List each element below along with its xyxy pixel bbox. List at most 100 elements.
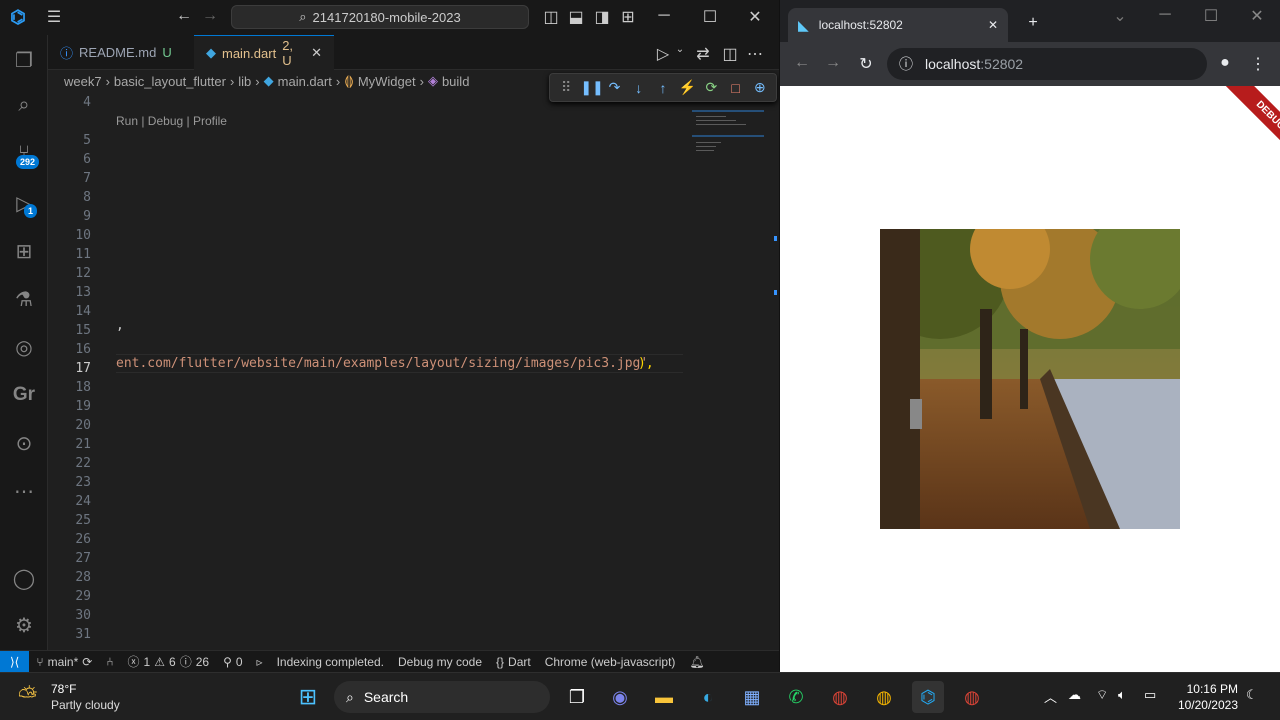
chrome-menu-icon[interactable]: ⋮ [1246, 54, 1270, 74]
run-dropdown-chevron-icon[interactable]: ⌄ [674, 44, 686, 55]
tab-search-chevron-icon[interactable]: ⌄ [1108, 6, 1132, 26]
toggle-panel-icon[interactable]: ⬓ [567, 7, 585, 27]
clock-time[interactable]: 10:16 PM [1176, 682, 1238, 696]
git-graph-icon[interactable]: ⊙ [0, 423, 48, 463]
breadcrumb-item[interactable]: week7 [64, 74, 102, 89]
code-line-15: , [116, 318, 124, 333]
customize-layout-icon[interactable]: ⊞ [619, 7, 637, 27]
remote-explorer-icon[interactable]: ◎ [0, 327, 48, 367]
branch-indicator[interactable]: ⑂ main* ⟳ [29, 655, 99, 669]
git-graph-status[interactable]: ⑃ [99, 655, 120, 669]
forward-arrow-icon[interactable]: → [821, 54, 845, 72]
back-arrow-icon[interactable]: ← [174, 7, 194, 25]
code-editor[interactable]: 4 5 6 7 8 9 10 11 12 13 14 15 16 17 18 19 20 21 22 23 24 25 26… [48, 92, 779, 650]
device-selector[interactable]: Chrome (web-javascript) [538, 655, 683, 669]
task-view-icon[interactable]: ❐ [561, 681, 593, 713]
debug-run-indicator[interactable]: ▹ [250, 655, 270, 669]
show-hidden-icons-icon[interactable]: ︿ [1044, 687, 1057, 706]
chrome-profile-icon[interactable]: ◍ [824, 681, 856, 713]
wifi-icon[interactable]: ⌔ [1096, 687, 1108, 703]
line-number: 15 [75, 323, 91, 338]
settings-gear-icon[interactable]: ⚙ [0, 605, 48, 645]
sync-icon[interactable]: ⟳ [82, 655, 92, 669]
profile-avatar-icon[interactable]: ● [1213, 54, 1237, 72]
gradle-icon[interactable]: Gr [0, 375, 48, 415]
devtools-icon[interactable]: ⊕ [750, 79, 770, 96]
teams-chat-icon[interactable]: ◉ [604, 681, 636, 713]
command-center[interactable]: ⌕ 2141720180-mobile-2023 [231, 5, 529, 29]
hot-reload-icon[interactable]: ⚡ [677, 79, 697, 96]
notifications-bell-icon[interactable]: 🔔︎ [682, 655, 711, 669]
compare-changes-icon[interactable]: ⇄ [694, 44, 712, 64]
tab-main-dart[interactable]: ◆ main.dart 2, U ✕ [194, 35, 334, 70]
breadcrumb-item[interactable]: build [442, 74, 469, 89]
remote-indicator[interactable]: ⟩⟨ [0, 651, 30, 672]
drag-handle-icon[interactable]: ⠿ [556, 79, 576, 96]
breadcrumb-item[interactable]: main.dart [278, 74, 332, 89]
toggle-secondary-sidebar-icon[interactable]: ◨ [593, 7, 611, 27]
step-into-icon[interactable]: ↓ [629, 80, 649, 96]
ports-indicator[interactable]: ⚲ 0 [216, 655, 249, 669]
breadcrumb-item[interactable]: basic_layout_flutter [114, 74, 226, 89]
onedrive-icon[interactable]: ☁ [1068, 687, 1081, 703]
accounts-icon[interactable]: ◯ [0, 558, 48, 598]
search-view-icon[interactable]: ⌕ [0, 85, 48, 125]
scrollbar[interactable] [774, 232, 778, 392]
chrome-active-icon[interactable]: ◍ [956, 681, 988, 713]
minimize-icon[interactable]: ─ [1153, 6, 1177, 24]
codelens[interactable]: Run | Debug | Profile [116, 114, 227, 128]
tab-close-icon[interactable]: ✕ [311, 45, 322, 61]
language-mode[interactable]: {} Dart [489, 655, 538, 669]
restore-icon[interactable]: ☐ [1199, 6, 1223, 26]
toggle-sidebar-icon[interactable]: ◫ [542, 7, 560, 27]
maximize-icon[interactable]: ☐ [700, 7, 720, 27]
breadcrumb-item[interactable]: lib [238, 74, 251, 89]
weather-temp[interactable]: 78°F [51, 682, 76, 696]
vscode-taskbar-icon[interactable]: ⌬ [912, 681, 944, 713]
edge-icon[interactable]: ◐ [692, 681, 724, 713]
microsoft-store-icon[interactable]: ▦ [736, 681, 768, 713]
windows-start-icon[interactable]: ⊞ [292, 681, 324, 713]
run-debug-icon[interactable]: ▷ 1 [0, 183, 48, 223]
problems-indicator[interactable]: ⓧ 1 ⚠ 6 ⓘ 26 [121, 653, 217, 670]
minimap[interactable] [690, 100, 766, 170]
volume-icon[interactable]: 🔈︎ [1118, 687, 1126, 703]
new-tab-plus-icon[interactable]: + [1021, 14, 1045, 32]
weather-desc[interactable]: Partly cloudy [51, 698, 120, 712]
address-bar[interactable]: ⓘ localhost:52802 [887, 48, 1207, 80]
whatsapp-icon[interactable]: ✆ [780, 681, 812, 713]
more-icon[interactable]: ⋯ [0, 471, 48, 511]
source-control-icon[interactable]: ⑂ 292 [0, 133, 48, 173]
more-actions-icon[interactable]: ⋯ [746, 44, 764, 64]
explorer-icon[interactable]: ❐ [0, 40, 48, 80]
pause-icon[interactable]: ❚❚ [580, 79, 603, 96]
step-out-icon[interactable]: ↑ [653, 80, 673, 96]
tab-readme[interactable]: ⓘ README.md U [48, 35, 193, 70]
debug-my-code-toggle[interactable]: Debug my code [391, 655, 489, 669]
menu-icon[interactable]: ☰ [44, 7, 64, 27]
forward-arrow-icon[interactable]: → [200, 7, 220, 25]
clock-date[interactable]: 10/20/2023 [1170, 698, 1238, 712]
chrome-icon[interactable]: ◍ [868, 681, 900, 713]
site-info-icon[interactable]: ⓘ [899, 54, 913, 74]
tab-close-icon[interactable]: ✕ [988, 18, 998, 32]
step-over-icon[interactable]: ↷ [605, 79, 625, 96]
breadcrumb-item[interactable]: MyWidget [358, 74, 416, 89]
restart-icon[interactable]: ⟳ [701, 79, 721, 96]
testing-icon[interactable]: ⚗ [0, 279, 48, 319]
browser-tab[interactable]: ◣ localhost:52802 ✕ [788, 8, 1008, 42]
run-file-icon[interactable]: ▷ [654, 44, 672, 64]
close-icon[interactable]: ✕ [1245, 6, 1269, 26]
stop-icon[interactable]: □ [726, 80, 746, 96]
notification-moon-icon[interactable]: ☾ [1246, 687, 1258, 703]
minimize-icon[interactable]: ─ [654, 7, 674, 25]
file-explorer-icon[interactable]: ▬ [648, 681, 680, 713]
extensions-icon[interactable]: ⊞ [0, 231, 48, 271]
reload-icon[interactable]: ↻ [854, 54, 878, 74]
back-arrow-icon[interactable]: ← [790, 54, 814, 72]
battery-icon[interactable]: ▭ [1144, 687, 1156, 703]
split-editor-icon[interactable]: ◫ [721, 44, 739, 64]
weather-icon[interactable]: ⛅︎ [18, 683, 37, 711]
close-icon[interactable]: ✕ [745, 7, 765, 27]
taskbar-search[interactable]: ⌕ Search [334, 681, 550, 713]
